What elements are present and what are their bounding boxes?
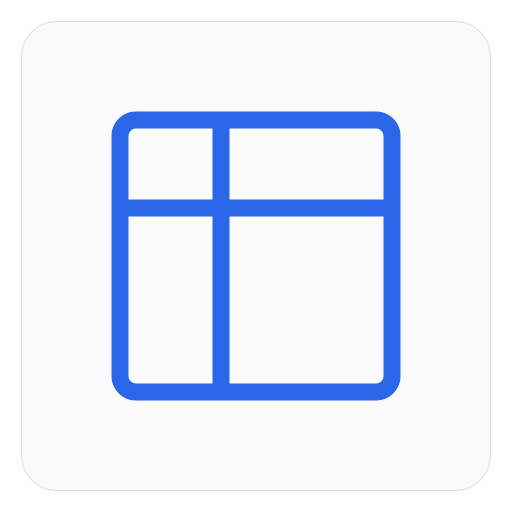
table-layout-icon: [0, 0, 512, 512]
table-outer-frame: [111, 111, 401, 401]
